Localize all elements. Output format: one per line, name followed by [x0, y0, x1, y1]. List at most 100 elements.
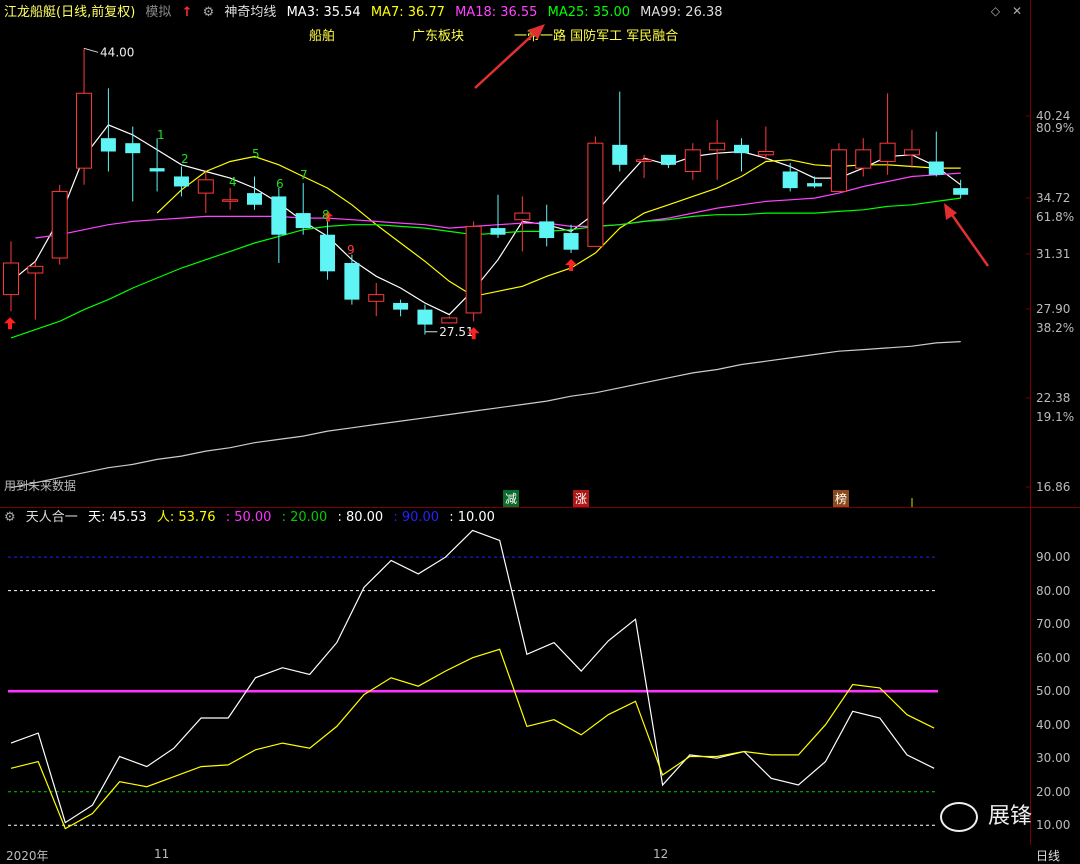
future-data-note: 用到未来数据 — [4, 479, 77, 493]
indicator-header: ⚙ 天人合一 天: 45.53 人: 53.76 : 50.00 : 20.00… — [0, 507, 501, 529]
indicator-tick-label: 60.00 — [1036, 650, 1071, 665]
indicator-tick-label: 30.00 — [1036, 751, 1071, 766]
indicator-tick-label: 90.00 — [1036, 550, 1071, 565]
annotation-arrows — [474, 24, 990, 507]
candle-body — [27, 265, 44, 274]
indicator-plot — [8, 529, 938, 830]
ind-value-tian: 天: 45.53 — [87, 510, 147, 525]
indicator-line-ren — [10, 648, 935, 830]
candle-body — [855, 149, 872, 169]
price-tick-label: 27.90 — [1036, 302, 1071, 316]
indicator-tick-label: 40.00 — [1036, 717, 1071, 732]
candle-body — [51, 190, 68, 259]
candle-body — [490, 228, 506, 235]
pct-tick-label: 19.1% — [1036, 410, 1075, 424]
price-tick-label: 22.38 — [1036, 391, 1071, 405]
candle-body — [76, 92, 93, 169]
candle-body — [660, 154, 676, 165]
badge-reduce[interactable]: 减 — [503, 490, 520, 507]
low-annotation: 27.51 — [439, 325, 473, 339]
wechat-icon — [940, 802, 978, 832]
pct-tick-label: 80.9% — [1036, 121, 1075, 135]
candle-body — [465, 225, 482, 314]
indicator-tick-label: 10.00 — [1036, 818, 1071, 833]
candle-body — [417, 309, 433, 325]
candle-body — [222, 199, 239, 202]
buy-arrow-icon — [4, 317, 16, 330]
count-label: 5 — [252, 147, 260, 161]
badge-list[interactable]: 榜 — [833, 490, 850, 507]
period-label[interactable]: 日线 — [1036, 847, 1060, 864]
candle-body — [514, 212, 531, 221]
candle-body — [125, 143, 141, 154]
ind-value-ren: 人: 53.76 — [156, 510, 216, 525]
pct-tick-label: 38.2% — [1036, 321, 1075, 335]
gear-icon[interactable]: ⚙ — [4, 510, 16, 525]
price-tick-label: 31.31 — [1036, 247, 1071, 261]
candle-body — [953, 188, 969, 195]
count-label: 2 — [181, 152, 189, 166]
candle-body — [539, 221, 555, 239]
indicator-tick-label: 70.00 — [1036, 617, 1071, 632]
indicator-tick-label: 80.00 — [1036, 583, 1071, 598]
candle-body — [928, 161, 944, 175]
candle-body — [320, 234, 336, 272]
indicator-title[interactable]: 天人合一 — [26, 510, 78, 525]
candle-body — [782, 171, 798, 189]
candle-body — [757, 151, 774, 156]
ind-value-80: : 80.00 — [337, 510, 384, 525]
candle-body — [100, 138, 116, 152]
candle-body — [197, 179, 214, 194]
candle-body — [684, 149, 701, 172]
x-label-nov: 11 — [154, 847, 170, 861]
high-marker-line — [83, 47, 99, 53]
candle-body — [879, 142, 896, 162]
x-label-year: 2020年 — [6, 849, 49, 863]
candle-body — [441, 317, 458, 324]
candle-body — [636, 159, 653, 162]
candle-body — [807, 183, 823, 187]
candle-body — [903, 149, 920, 156]
candle-body — [368, 294, 385, 302]
candle-body — [709, 142, 726, 151]
ind-value-20: : 20.00 — [281, 510, 328, 525]
pointer-arrow-icon — [948, 211, 990, 267]
high-annotation: 44.00 — [100, 45, 134, 59]
indicator-tick-label: 20.00 — [1036, 784, 1071, 799]
candle-body — [612, 144, 628, 165]
candle-body — [344, 263, 360, 300]
candle-body — [734, 144, 749, 154]
candle-body — [173, 176, 189, 187]
candle-body — [587, 142, 604, 247]
count-label: 6 — [276, 177, 284, 191]
watermark-text: 展锋 — [988, 804, 1033, 829]
ind-value-50: : 50.00 — [225, 510, 272, 525]
candle-body — [3, 262, 19, 296]
x-label-dec: 12 — [653, 847, 669, 861]
y-axis-divider — [1030, 0, 1031, 845]
indicator-tick-label: 50.00 — [1036, 684, 1071, 699]
count-label: 7 — [300, 168, 308, 182]
ma-line-ma25 — [10, 197, 961, 339]
price-tick-label: 16.86 — [1036, 480, 1071, 494]
candle-body — [149, 168, 165, 172]
ma-line-ma99 — [10, 341, 961, 489]
count-label: 1 — [157, 128, 165, 142]
count-label: 4 — [229, 175, 237, 189]
price-tick-label: 34.72 — [1036, 191, 1071, 205]
price-plot: 44.00 27.51 — [3, 45, 1031, 489]
badge-rise[interactable]: 涨 — [573, 490, 590, 507]
ind-value-90: : 90.00 — [393, 510, 440, 525]
candle-body — [295, 213, 311, 229]
pointer-arrow-icon — [474, 29, 539, 89]
ind-value-10: : 10.00 — [449, 510, 495, 525]
count-label: 9 — [347, 243, 355, 257]
pct-tick-label: 61.8% — [1036, 210, 1075, 224]
chart-stage: 江龙船艇(日线,前复权) 模拟 ↑ ⚙ 神奇均线 MA3: 35.54 MA7:… — [0, 0, 1080, 863]
candle-body — [271, 196, 287, 235]
candle-body — [830, 149, 847, 192]
candle-body — [247, 193, 262, 205]
indicator-line-tian — [10, 529, 935, 824]
candle-body — [393, 302, 409, 310]
watermark: 展锋 — [940, 798, 1032, 832]
